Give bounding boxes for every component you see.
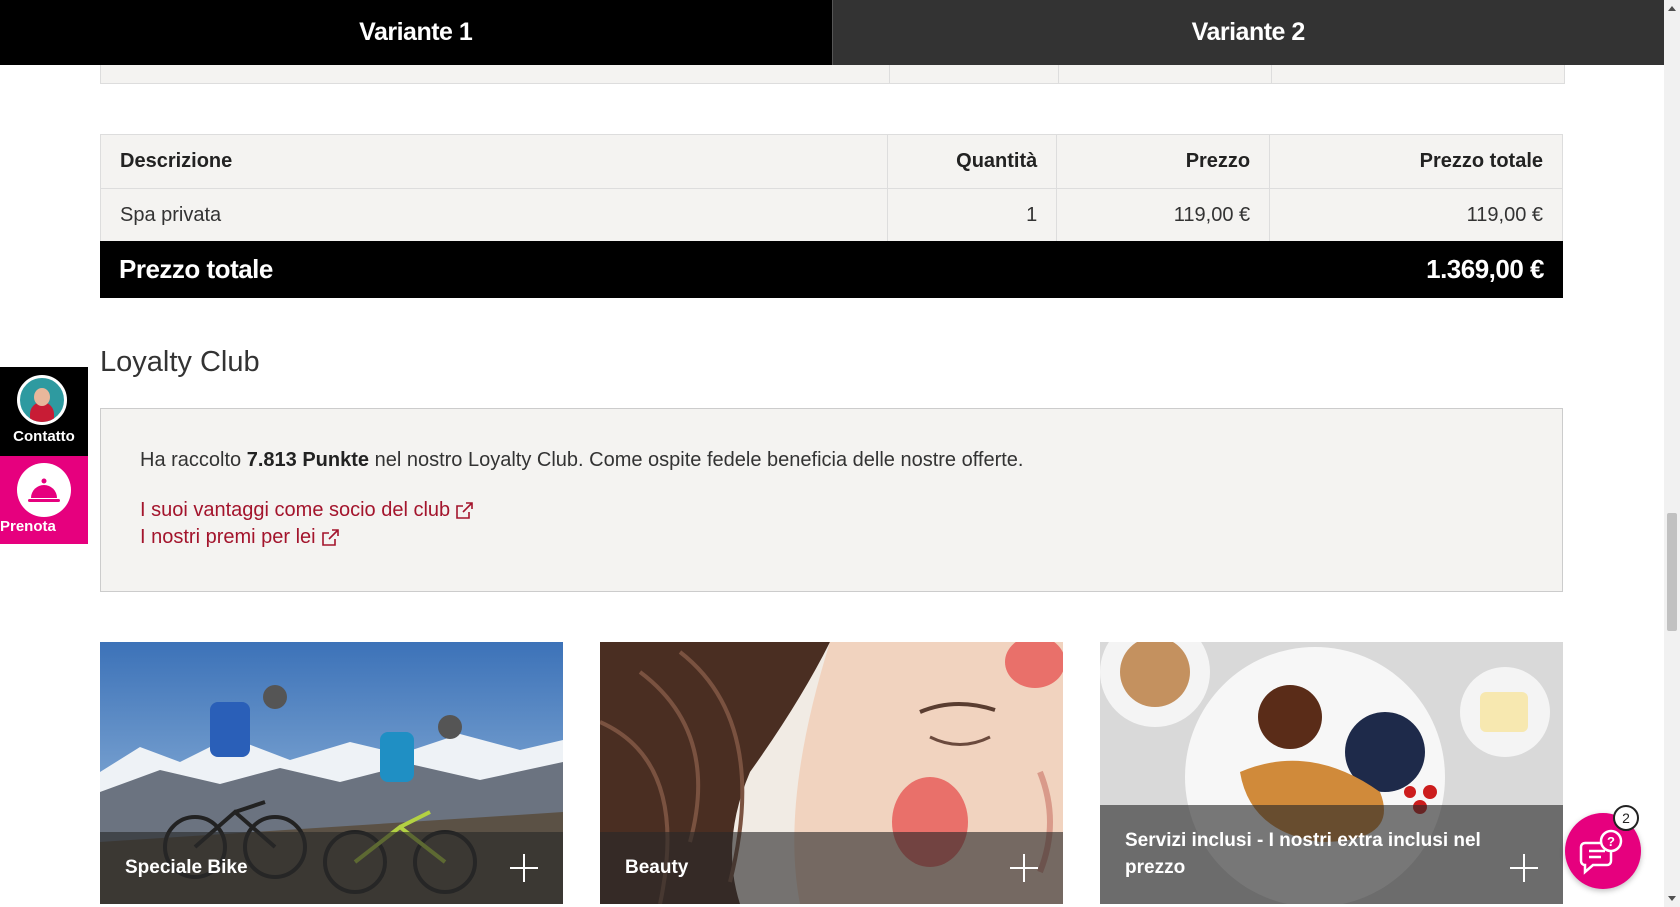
external-link-icon — [321, 528, 339, 546]
scroll-down-arrow[interactable] — [1668, 896, 1676, 901]
link-rewards-label: I nostri premi per lei — [140, 526, 316, 548]
loyalty-text: Ha raccolto 7.813 Punkte nel nostro Loya… — [140, 449, 1023, 472]
table-row: Spa privata 1 119,00 € 119,00 € — [99, 188, 1563, 243]
avatar — [17, 375, 67, 425]
tab-variante-2[interactable]: Variante 2 — [831, 0, 1664, 65]
loyalty-text-after: nel nostro Loyalty Club. Come ospite fed… — [369, 449, 1024, 471]
contact-label: Contatto — [13, 428, 75, 445]
book-label: Prenota — [0, 518, 56, 535]
card-overlay: Servizi inclusi - I nostri extra inclusi… — [1100, 805, 1563, 904]
external-link-icon — [456, 501, 473, 519]
plus-icon[interactable] — [1010, 854, 1038, 882]
grand-total-label: Prezzo totale — [119, 254, 273, 284]
card-speciale-bike[interactable]: Speciale Bike — [100, 642, 563, 904]
header-description: Descrizione — [99, 134, 889, 189]
grand-total-bar: Prezzo totale 1.369,00 € — [100, 241, 1563, 298]
loyalty-box: Ha raccolto 7.813 Punkte nel nostro Loya… — [100, 408, 1563, 592]
price-table: Descrizione Quantità Prezzo Prezzo total… — [99, 134, 1563, 243]
loyalty-title: Loyalty Club — [100, 346, 260, 378]
notification-badge: 2 — [1613, 805, 1639, 831]
plus-icon[interactable] — [510, 854, 538, 882]
page-scrollbar[interactable] — [1664, 0, 1680, 907]
card-servizi-inclusi[interactable]: Servizi inclusi - I nostri extra inclusi… — [1100, 642, 1563, 904]
scroll-thumb[interactable] — [1667, 513, 1677, 631]
header-price: Prezzo — [1056, 134, 1271, 189]
loyalty-text-before: Ha raccolto — [140, 449, 247, 471]
cloche-icon — [17, 463, 71, 517]
card-title: Speciale Bike — [125, 857, 248, 878]
card-title: Beauty — [625, 857, 689, 878]
row-description: Spa privata — [99, 188, 889, 243]
row-price: 119,00 € — [1056, 188, 1271, 243]
link-rewards[interactable]: I nostri premi per lei — [140, 526, 340, 549]
card-beauty[interactable]: Beauty — [600, 642, 1063, 904]
row-total: 119,00 € — [1269, 188, 1563, 243]
header-total: Prezzo totale — [1269, 134, 1563, 189]
contact-widget[interactable]: Contatto — [0, 367, 88, 456]
previous-table-remnant — [100, 65, 1565, 84]
tab-variante-1[interactable]: Variante 1 — [0, 0, 832, 65]
book-widget[interactable]: Prenota — [0, 456, 88, 544]
link-club-benefits-label: I suoi vantaggi come socio del club — [140, 499, 451, 521]
loyalty-points: 7.813 Punkte — [246, 449, 370, 471]
scroll-up-arrow[interactable] — [1668, 6, 1676, 11]
grand-total-value: 1.369,00 € — [1426, 254, 1544, 284]
svg-text:?: ? — [1607, 834, 1615, 849]
link-club-benefits[interactable]: I suoi vantaggi come socio del club — [140, 499, 474, 522]
row-quantity: 1 — [887, 188, 1058, 243]
plus-icon[interactable] — [1510, 854, 1538, 882]
table-header-row: Descrizione Quantità Prezzo Prezzo total… — [99, 134, 1563, 189]
header-quantity: Quantità — [887, 134, 1058, 189]
card-title: Servizi inclusi - I nostri extra inclusi… — [1125, 830, 1481, 878]
variant-tabs: Variante 1 Variante 2 — [0, 0, 1664, 65]
card-overlay: Beauty — [600, 832, 1063, 904]
card-overlay: Speciale Bike — [100, 832, 563, 904]
